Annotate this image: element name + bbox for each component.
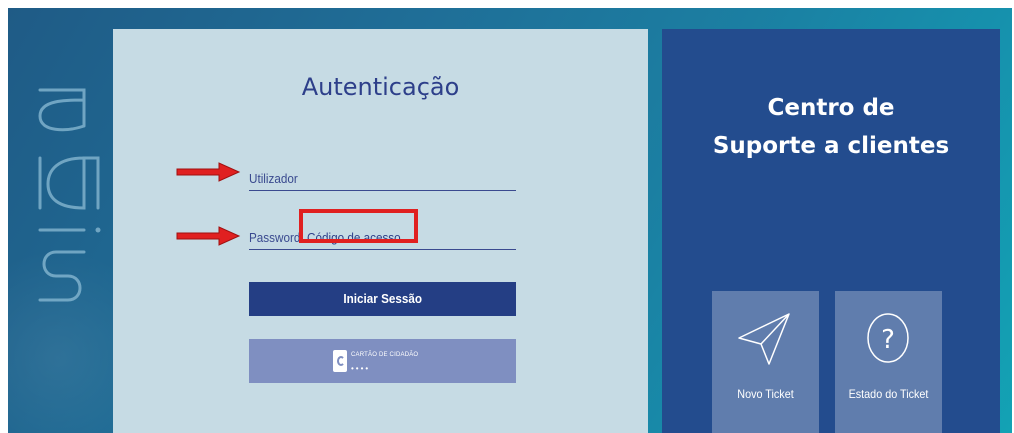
citizen-card-icon <box>333 350 347 372</box>
support-title: Centro de Suporte a clientes <box>662 89 1000 165</box>
paper-plane-icon <box>738 313 790 365</box>
citizen-card-button[interactable]: CARTÃO DE CIDADÃO •••• <box>249 339 516 383</box>
login-button-label: Iniciar Sessão <box>343 291 422 306</box>
svg-text:?: ? <box>881 325 895 355</box>
support-title-line2: Suporte a clientes <box>712 133 950 159</box>
siga-logo <box>8 8 113 433</box>
ticket-status-tile[interactable]: ? Estado do Ticket <box>835 291 942 433</box>
login-title: Autenticação <box>301 73 460 101</box>
support-title-line1: Centro de <box>767 95 895 121</box>
citizen-card-dots: •••• <box>351 364 371 373</box>
support-panel: Centro de Suporte a clientes Novo Ticket… <box>662 29 1000 433</box>
red-arrow-icon <box>176 226 241 246</box>
password-label: Password <box>249 230 301 245</box>
new-ticket-label: Novo Ticket <box>737 387 794 401</box>
username-label: Utilizador <box>249 171 298 186</box>
siga-logo-mark <box>38 88 101 302</box>
username-field[interactable]: Utilizador <box>249 162 516 191</box>
red-arrow-icon <box>176 162 241 182</box>
citizen-card-label: CARTÃO DE CIDADÃO <box>351 352 419 358</box>
ticket-status-label: Estado do Ticket <box>848 387 929 401</box>
access-code-highlight <box>299 209 418 243</box>
login-panel: Autenticação Utilizador Password Código … <box>113 29 648 433</box>
login-button[interactable]: Iniciar Sessão <box>249 282 516 316</box>
new-ticket-tile[interactable]: Novo Ticket <box>712 291 819 433</box>
question-circle-icon: ? <box>867 313 909 363</box>
